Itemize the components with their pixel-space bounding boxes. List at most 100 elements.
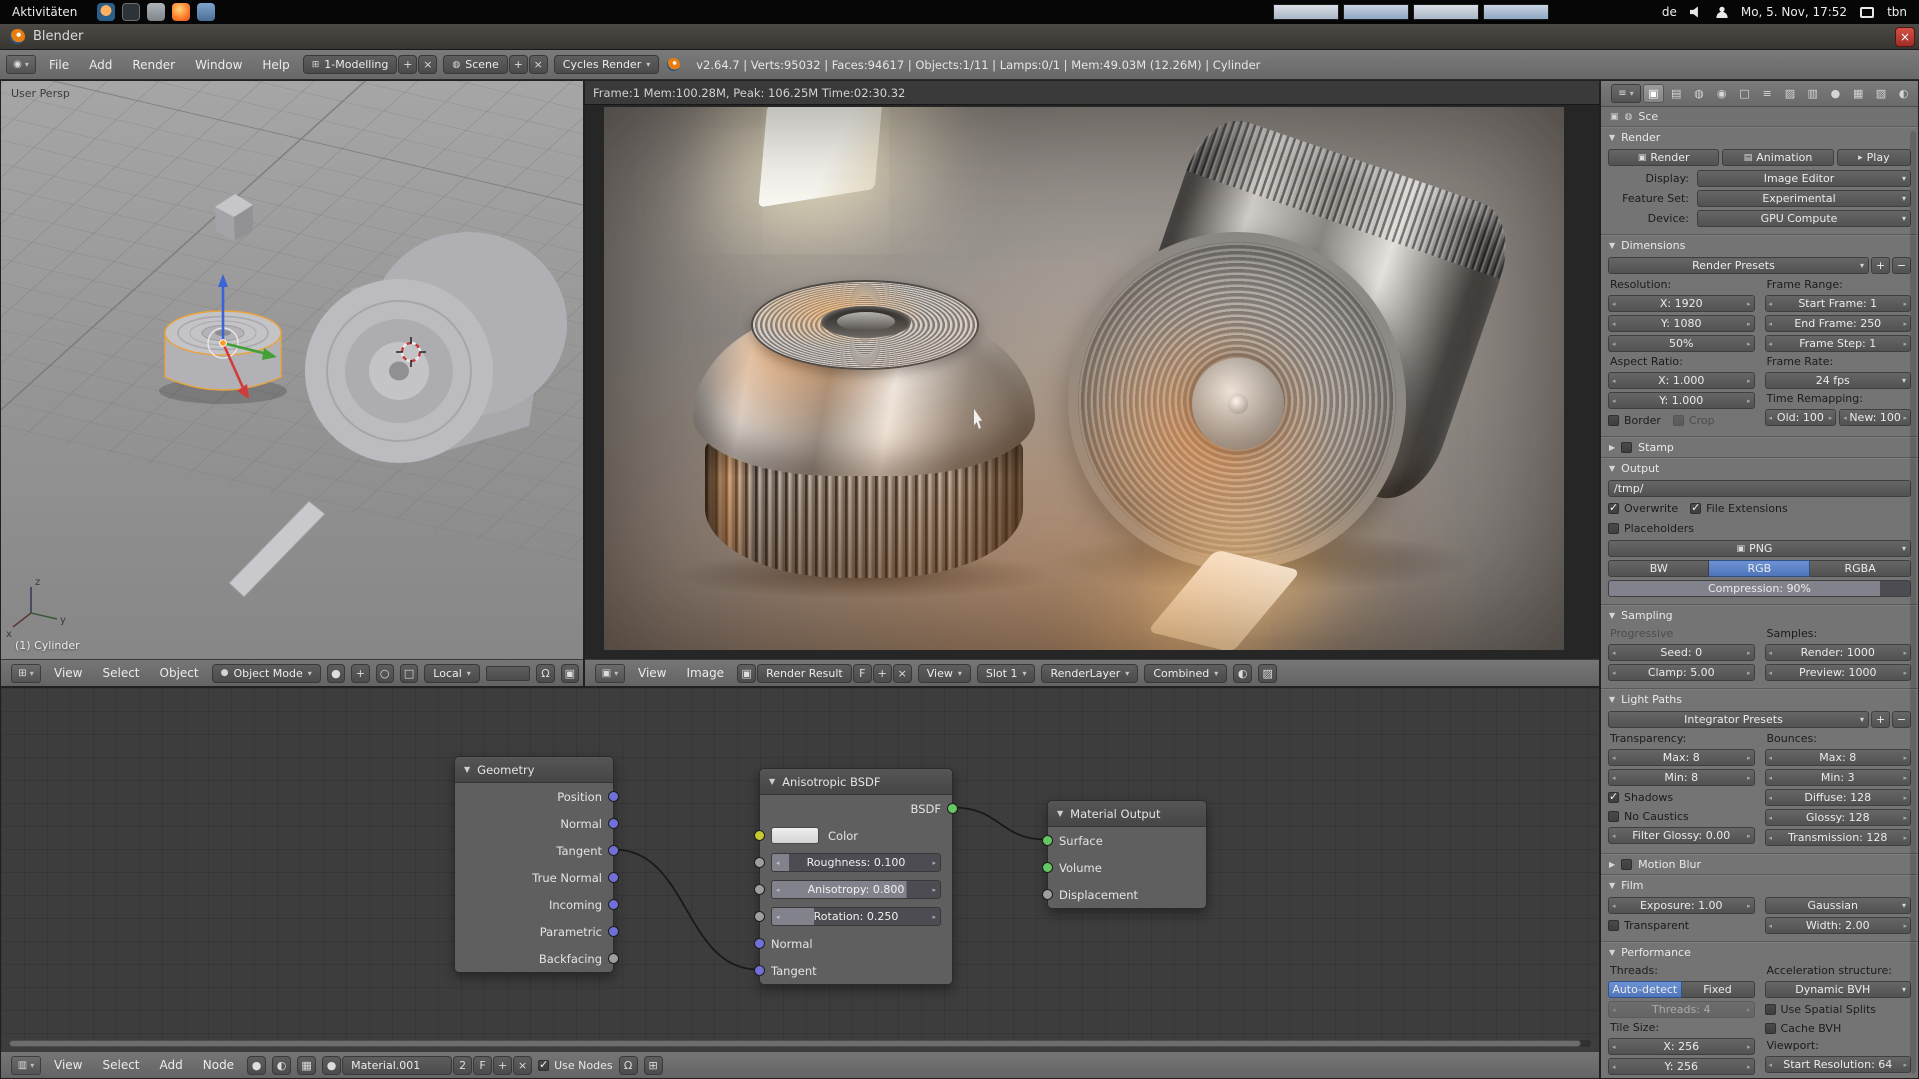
screen-layout-selector[interactable]: ⊞1-Modelling <box>303 55 398 74</box>
window-thumbnail[interactable] <box>1273 4 1339 20</box>
window-thumbnail[interactable] <box>1413 4 1479 20</box>
material-users-button[interactable]: 2 <box>453 1056 472 1075</box>
rotation-slider[interactable]: Rotation: 0.250 <box>771 907 941 926</box>
remap-old-field[interactable]: Old: 100 <box>1765 409 1837 426</box>
motion-blur-checkbox[interactable] <box>1621 859 1632 870</box>
stamp-checkbox[interactable] <box>1621 442 1632 453</box>
node-menu[interactable]: Node <box>196 1058 241 1072</box>
view-menu[interactable]: View <box>47 1058 89 1072</box>
image-datablock-field[interactable]: Render Result <box>757 664 852 683</box>
render-pass-dropdown[interactable]: Combined▾ <box>1144 664 1227 683</box>
aspect-y-field[interactable]: Y: 1.000 <box>1608 392 1755 409</box>
bounces-max-field[interactable]: Max: 8 <box>1765 749 1912 766</box>
texture-nodes-icon[interactable]: ▦ <box>297 1056 316 1075</box>
scene-selector[interactable]: ◍Scene <box>443 55 507 74</box>
file-extensions-checkbox[interactable]: File Extensions <box>1690 501 1788 517</box>
delete-scene-button[interactable]: × <box>529 55 548 74</box>
integrator-presets-dropdown[interactable]: Integrator Presets <box>1608 711 1869 728</box>
feature-set-dropdown[interactable]: Experimental <box>1697 190 1911 207</box>
snap-icon[interactable]: Ω <box>619 1056 638 1075</box>
color-mode-rgb-button[interactable]: RGB <box>1709 560 1810 577</box>
tab-object-data-icon[interactable]: ▥ <box>1802 84 1823 103</box>
anisotropy-slider[interactable]: Anisotropy: 0.800 <box>771 880 941 899</box>
terminal-app-icon[interactable] <box>122 3 140 21</box>
output-panel-header[interactable]: ▼Output <box>1601 459 1918 478</box>
paint-mode-icon[interactable]: ▨ <box>1258 664 1277 683</box>
tab-constraints-icon[interactable]: ≡ <box>1757 84 1778 103</box>
placeholders-checkbox[interactable]: Placeholders <box>1608 521 1694 537</box>
node-editor[interactable]: ▼Geometry Position Normal Tangent True N… <box>0 687 1600 1079</box>
acceleration-structure-dropdown[interactable]: Dynamic BVH <box>1765 981 1912 998</box>
resolution-x-field[interactable]: X: 1920 <box>1608 295 1755 312</box>
mode-selector[interactable]: ●Object Mode▾ <box>212 664 321 683</box>
tab-modifiers-icon[interactable]: ▨ <box>1780 84 1801 103</box>
browse-material-button[interactable]: ● <box>322 1056 341 1075</box>
tile-y-field[interactable]: Y: 256 <box>1608 1058 1755 1075</box>
text-editor-app-icon[interactable] <box>147 3 165 21</box>
add-preset-button[interactable]: + <box>1871 711 1890 728</box>
film-panel-header[interactable]: ▼Film <box>1601 876 1918 895</box>
activities-button[interactable]: Aktivitäten <box>12 5 77 19</box>
overwrite-checkbox[interactable]: Overwrite <box>1608 501 1678 517</box>
diffuse-bounces-field[interactable]: Diffuse: 128 <box>1765 789 1912 806</box>
tangent-output-socket[interactable] <box>608 845 619 856</box>
blender-app-icon[interactable] <box>97 3 115 21</box>
glossy-bounces-field[interactable]: Glossy: 128 <box>1765 809 1912 826</box>
add-menu[interactable]: Add <box>153 1058 190 1072</box>
aspect-x-field[interactable]: X: 1.000 <box>1608 372 1755 389</box>
files-app-icon[interactable] <box>197 3 215 21</box>
geometry-node[interactable]: ▼Geometry Position Normal Tangent True N… <box>454 756 614 973</box>
select-menu[interactable]: Select <box>95 1058 146 1072</box>
layer-buttons[interactable] <box>486 666 530 681</box>
editor-type-button[interactable]: ⊞▾ <box>11 664 41 683</box>
fps-dropdown[interactable]: 24 fps <box>1765 372 1912 389</box>
geometry-node-header[interactable]: ▼Geometry <box>455 757 613 783</box>
scrollbar-thumb[interactable] <box>9 1040 1581 1047</box>
incoming-output-socket[interactable] <box>608 899 619 910</box>
tangent-input-socket[interactable] <box>754 965 765 976</box>
color-mode-bw-button[interactable]: BW <box>1608 560 1709 577</box>
transparency-max-field[interactable]: Max: 8 <box>1608 749 1755 766</box>
filter-width-field[interactable]: Width: 2.00 <box>1765 917 1912 934</box>
render-presets-dropdown[interactable]: Render Presets <box>1608 257 1869 274</box>
select-menu[interactable]: Select <box>95 666 146 680</box>
snap-magnet-icon[interactable]: Ω <box>536 664 554 683</box>
new-image-button[interactable]: + <box>873 664 892 683</box>
tab-physics-icon[interactable]: ◐ <box>1893 84 1914 103</box>
file-menu[interactable]: File <box>42 58 76 72</box>
device-dropdown[interactable]: GPU Compute <box>1697 210 1911 227</box>
shader-nodes-icon[interactable]: ● <box>247 1056 266 1075</box>
add-menu[interactable]: Add <box>82 58 119 72</box>
manipulator-translate-icon[interactable]: + <box>351 664 369 683</box>
sampling-panel-header[interactable]: ▼Sampling <box>1601 606 1918 625</box>
render-opengl-icon[interactable]: ▣ <box>561 664 579 683</box>
resolution-percent-field[interactable]: 50% <box>1608 335 1755 352</box>
help-menu[interactable]: Help <box>255 58 296 72</box>
end-frame-field[interactable]: End Frame: 250 <box>1765 315 1912 332</box>
tab-render-layers-icon[interactable]: ▤ <box>1666 84 1687 103</box>
true-normal-output-socket[interactable] <box>608 872 619 883</box>
light-paths-panel-header[interactable]: ▼Light Paths <box>1601 690 1918 709</box>
view-menu[interactable]: View <box>631 666 673 680</box>
file-format-dropdown[interactable]: ▣PNG <box>1608 540 1911 557</box>
plank-object[interactable] <box>229 501 325 597</box>
render-layer-dropdown[interactable]: RenderLayer▾ <box>1041 664 1138 683</box>
compression-slider[interactable]: Compression: 90% <box>1608 580 1911 597</box>
backfacing-output-socket[interactable] <box>608 953 619 964</box>
delete-layout-button[interactable]: × <box>418 55 437 74</box>
render-animation-button[interactable]: ▤Animation <box>1722 149 1833 166</box>
preview-samples-field[interactable]: Preview: 1000 <box>1765 664 1912 681</box>
view-menu[interactable]: View <box>47 666 89 680</box>
normal-input-socket[interactable] <box>754 938 765 949</box>
viewport-shading-button[interactable]: ● <box>327 664 345 683</box>
material-output-header[interactable]: ▼Material Output <box>1048 801 1206 827</box>
properties-scroll-area[interactable]: ▼Render ▣Render ▤Animation ▸Play Display… <box>1601 127 1918 1078</box>
window-menu[interactable]: Window <box>188 58 249 72</box>
volume-input-socket[interactable] <box>1042 862 1053 873</box>
remove-preset-button[interactable]: − <box>1892 711 1911 728</box>
grid-icon[interactable]: ⊞ <box>644 1056 663 1075</box>
color-swatch[interactable] <box>771 827 819 844</box>
fake-user-button[interactable]: F <box>853 664 872 683</box>
browse-image-button[interactable]: ▣ <box>737 664 756 683</box>
use-spatial-splits-checkbox[interactable]: Use Spatial Splits <box>1765 1001 1912 1017</box>
